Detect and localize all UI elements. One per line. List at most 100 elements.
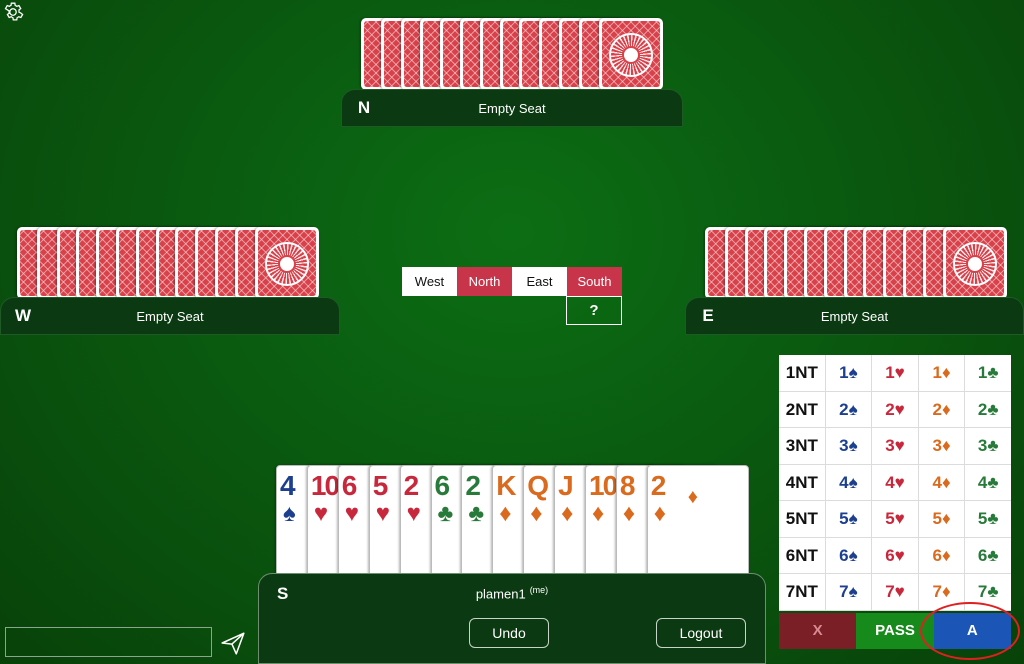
bid-button[interactable]: 7♠	[826, 574, 873, 610]
bid-level: 6	[885, 545, 895, 565]
bid-button[interactable]: 1♠	[826, 355, 873, 391]
bid-level: 2	[839, 399, 849, 419]
bid-button[interactable]: 2♥	[872, 391, 919, 427]
bid-button[interactable]: 4♦	[919, 464, 966, 500]
bid-button[interactable]: 1♦	[919, 355, 966, 391]
bid-level: 3	[785, 436, 796, 455]
bid-button[interactable]: 2♣	[965, 392, 1011, 428]
bid-strain: ♠	[848, 582, 858, 601]
east-player-name: Empty Seat	[820, 308, 889, 324]
bid-strain: ♣	[987, 363, 999, 382]
bid-button[interactable]: 6♥	[872, 537, 919, 573]
bid-level: 6	[977, 545, 988, 565]
card-rank: 6	[434, 470, 451, 501]
bid-strain: ♣	[987, 509, 999, 528]
bid-button[interactable]: 3♠	[826, 428, 873, 464]
bid-level: 4	[785, 472, 796, 492]
bid-button[interactable]: 6♣	[965, 538, 1011, 574]
double-button[interactable]: X	[779, 613, 857, 649]
bid-level: 7	[885, 582, 895, 601]
bid-button[interactable]: 2♠	[826, 391, 873, 427]
bid-button[interactable]: 5♦	[919, 501, 966, 537]
bid-button[interactable]: 6♠	[826, 537, 873, 573]
card-suit-icon: ♣	[468, 500, 485, 527]
bid-strain: ♦	[941, 472, 951, 492]
bid-row: 2NT 2♠ 2♥ 2♦ 2♣	[779, 391, 1011, 428]
bid-button[interactable]: 4NT	[779, 464, 826, 500]
bid-strain: NT	[795, 472, 818, 492]
card-suit-icon: ♥	[344, 500, 360, 527]
bid-level: 5	[839, 509, 849, 528]
bid-button[interactable]: 4♠	[826, 464, 873, 500]
bid-level: 3	[839, 436, 849, 455]
logout-button[interactable]: Logout	[656, 618, 746, 648]
bid-button[interactable]: 7NT	[779, 574, 826, 610]
bid-button[interactable]: 2NT	[779, 391, 826, 427]
bid-button[interactable]: 5♣	[965, 501, 1011, 537]
chat-input[interactable]	[5, 627, 212, 657]
north-hand-backs	[361, 18, 663, 90]
bid-level: 5	[977, 509, 988, 528]
bid-level: 1	[885, 363, 895, 382]
bid-level: 2	[885, 399, 895, 419]
undo-button[interactable]: Undo	[469, 618, 549, 648]
card-suit-icon: ♦	[499, 500, 512, 527]
bid-button[interactable]: 1♣	[965, 355, 1011, 391]
bid-level: 4	[839, 472, 849, 492]
card-suit-icon: ♦	[653, 500, 667, 527]
bid-level: 5	[785, 509, 796, 528]
north-card-back	[598, 18, 663, 90]
bid-strain: ♦	[941, 545, 951, 565]
west-card-back	[254, 227, 319, 299]
north-player-name: Empty Seat	[478, 100, 546, 116]
bid-button[interactable]: 2♦	[919, 391, 966, 427]
bid-strain: NT	[795, 509, 818, 528]
settings-gear-icon[interactable]	[2, 1, 24, 23]
bid-level: 3	[932, 436, 942, 455]
bid-strain: NT	[795, 399, 818, 419]
bid-button[interactable]: 3♥	[872, 428, 919, 464]
north-seat: N Empty Seat	[341, 89, 683, 127]
south-player-name: plamen1 (me)	[259, 585, 765, 601]
bidding-header-east: East	[512, 267, 567, 296]
bid-level: 7	[785, 582, 796, 601]
bid-button[interactable]: 3♣	[965, 428, 1011, 464]
bid-button[interactable]: 6♦	[919, 537, 966, 573]
bid-button[interactable]: 1NT	[779, 355, 826, 391]
card-suit-icon: ♦	[530, 500, 543, 527]
bid-button[interactable]: 3NT	[779, 428, 826, 464]
bid-level: 6	[932, 545, 942, 565]
card-rank: 4	[280, 470, 296, 501]
bid-strain: NT	[795, 582, 818, 601]
east-seat: E Empty Seat	[685, 297, 1024, 335]
card-suit-icon: ♦	[561, 500, 574, 527]
card-rank: 10	[310, 470, 340, 501]
bid-button[interactable]: 4♥	[872, 464, 919, 500]
bid-button[interactable]: 5♥	[872, 501, 919, 537]
bid-button[interactable]: 5♠	[826, 501, 873, 537]
bid-button[interactable]: 3♦	[919, 428, 966, 464]
bid-level: 1	[932, 363, 942, 382]
send-icon[interactable]	[220, 630, 246, 656]
bidding-header-north: North	[457, 267, 512, 296]
bid-level: 2	[785, 399, 796, 419]
bid-level: 1	[839, 363, 849, 382]
bid-level: 7	[839, 582, 849, 601]
bid-button[interactable]: 1♥	[872, 355, 919, 391]
bid-row: 6NT 6♠ 6♥ 6♦ 6♣	[779, 537, 1011, 574]
card-rank: Q	[527, 470, 549, 501]
bid-strain: ♠	[848, 509, 858, 528]
bid-button[interactable]: 6NT	[779, 537, 826, 573]
card-rank: 10	[589, 470, 618, 501]
bid-button[interactable]: 5NT	[779, 501, 826, 537]
card-suit-icon: ♠	[283, 500, 296, 527]
bid-level: 6	[839, 545, 849, 565]
bid-strain: ♣	[987, 399, 999, 419]
hand-card[interactable]: 2 ♦ ♦	[646, 465, 749, 585]
bid-button[interactable]: 7♥	[872, 574, 919, 610]
bid-button[interactable]: 4♣	[965, 465, 1011, 501]
bid-strain: ♠	[848, 363, 858, 382]
bid-level: 7	[932, 582, 942, 601]
bidding-header-west: West	[402, 267, 457, 296]
bid-strain: ♥	[894, 363, 905, 382]
